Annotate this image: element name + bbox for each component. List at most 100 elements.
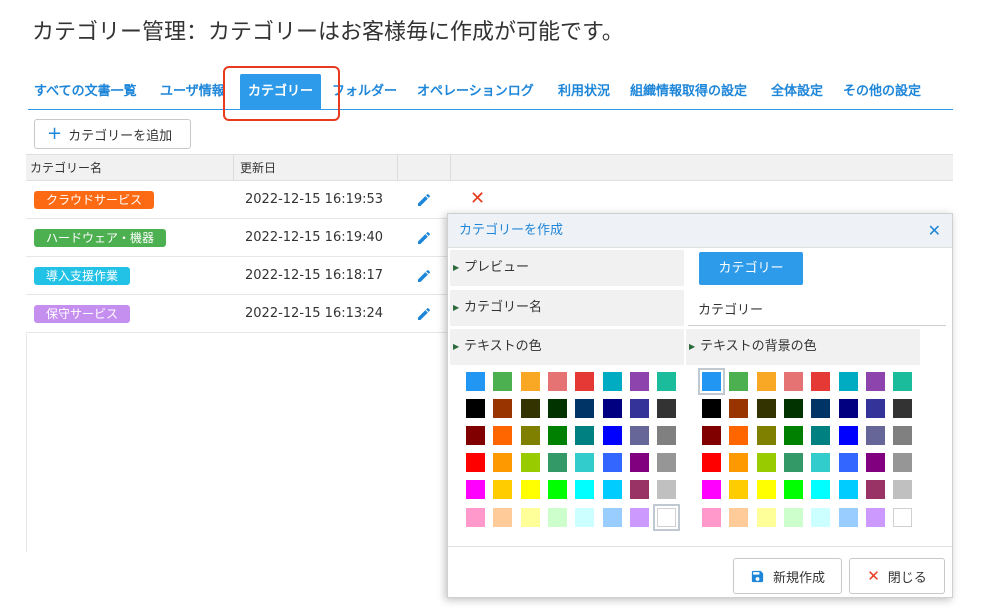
bg-color-swatch[interactable] (729, 426, 749, 446)
bg-color-swatch[interactable] (893, 453, 913, 473)
tab-usage[interactable]: 利用状況 (558, 74, 610, 109)
text-color-swatch[interactable] (657, 399, 677, 419)
text-color-swatch[interactable] (629, 453, 649, 473)
bg-color-swatch[interactable] (783, 507, 803, 527)
text-color-swatch[interactable] (493, 480, 513, 500)
text-color-swatch[interactable] (520, 453, 540, 473)
text-color-swatch[interactable] (602, 426, 622, 446)
bg-color-swatch[interactable] (865, 480, 885, 500)
create-button[interactable]: 新規作成 (733, 558, 842, 594)
text-color-swatch[interactable] (602, 507, 622, 527)
bg-color-swatch[interactable] (838, 372, 858, 391)
text-color-swatch[interactable] (520, 399, 540, 419)
pencil-icon[interactable] (416, 306, 432, 322)
bg-color-swatch[interactable] (783, 480, 803, 500)
text-color-swatch[interactable] (520, 507, 540, 527)
text-color-swatch[interactable] (493, 426, 513, 446)
text-color-swatch[interactable] (547, 507, 567, 527)
pencil-icon[interactable] (416, 192, 432, 208)
text-color-swatch[interactable] (493, 507, 513, 527)
pencil-icon[interactable] (416, 268, 432, 284)
bg-color-swatch[interactable] (838, 399, 858, 419)
bg-color-swatch[interactable] (729, 372, 749, 391)
text-color-swatch[interactable] (466, 507, 485, 527)
text-color-swatch[interactable] (520, 372, 540, 391)
text-color-swatch[interactable] (575, 426, 595, 446)
bg-color-swatch[interactable] (702, 426, 721, 446)
bg-color-swatch[interactable] (838, 426, 858, 446)
category-name-input[interactable] (688, 292, 946, 326)
bg-color-swatch[interactable] (702, 453, 721, 473)
text-color-swatch[interactable] (493, 372, 513, 391)
text-color-swatch[interactable] (575, 453, 595, 473)
text-color-swatch[interactable] (520, 480, 540, 500)
tab-user-info[interactable]: ユーザ情報 (160, 74, 225, 109)
text-color-swatch[interactable] (657, 480, 677, 500)
bg-color-swatch[interactable] (702, 399, 721, 419)
text-color-swatch[interactable] (493, 453, 513, 473)
text-color-swatch[interactable] (466, 480, 485, 500)
text-color-swatch[interactable] (466, 426, 485, 446)
bg-color-swatch[interactable] (811, 480, 831, 500)
tab-category[interactable]: カテゴリー (240, 74, 322, 109)
bg-color-swatch[interactable] (893, 399, 913, 419)
text-color-swatch[interactable] (547, 372, 567, 391)
text-color-swatch[interactable] (629, 426, 649, 446)
text-color-swatch[interactable] (602, 480, 622, 500)
bg-color-swatch[interactable] (783, 399, 803, 419)
bg-color-swatch[interactable] (756, 399, 776, 419)
text-color-swatch[interactable] (575, 399, 595, 419)
bg-color-swatch[interactable] (811, 372, 831, 391)
text-color-swatch[interactable] (575, 480, 595, 500)
tab-org-info-settings[interactable]: 組織情報取得の設定 (630, 74, 747, 109)
text-color-swatch[interactable] (466, 372, 485, 391)
add-category-button[interactable]: + カテゴリーを追加 (34, 119, 191, 149)
close-button[interactable]: ✕ 閉じる (849, 558, 945, 594)
text-color-swatch[interactable] (547, 399, 567, 419)
tab-folder[interactable]: フォルダー (332, 74, 397, 109)
text-color-swatch[interactable] (547, 480, 567, 500)
bg-color-swatch[interactable] (729, 507, 749, 527)
text-color-swatch[interactable] (466, 399, 485, 419)
bg-color-swatch[interactable] (729, 453, 749, 473)
bg-color-swatch[interactable] (893, 480, 913, 500)
bg-color-swatch[interactable] (811, 399, 831, 419)
bg-color-swatch[interactable] (756, 480, 776, 500)
bg-color-swatch[interactable] (783, 426, 803, 446)
bg-color-swatch[interactable] (756, 372, 776, 391)
bg-color-swatch[interactable] (702, 480, 721, 500)
bg-color-swatch[interactable] (698, 368, 725, 395)
tab-all-documents[interactable]: すべての文書一覧 (34, 74, 137, 109)
tab-other-settings[interactable]: その他の設定 (843, 74, 921, 109)
bg-color-swatch[interactable] (893, 507, 913, 527)
bg-color-swatch[interactable] (783, 372, 803, 391)
bg-color-swatch[interactable] (893, 426, 913, 446)
text-color-swatch[interactable] (602, 453, 622, 473)
text-color-swatch[interactable] (466, 453, 485, 473)
close-icon[interactable]: ✕ (470, 189, 485, 209)
text-color-swatch[interactable] (657, 453, 677, 473)
text-color-swatch[interactable] (629, 372, 649, 391)
bg-color-swatch[interactable] (729, 480, 749, 500)
bg-color-swatch[interactable] (811, 507, 831, 527)
text-color-swatch[interactable] (547, 426, 567, 446)
bg-color-swatch[interactable] (756, 507, 776, 527)
bg-color-swatch[interactable] (811, 426, 831, 446)
text-color-swatch[interactable] (493, 399, 513, 419)
text-color-swatch[interactable] (629, 507, 649, 527)
bg-color-swatch[interactable] (865, 399, 885, 419)
text-color-swatch[interactable] (575, 507, 595, 527)
close-icon[interactable]: ✕ (928, 214, 941, 248)
text-color-swatch[interactable] (602, 399, 622, 419)
text-color-swatch[interactable] (629, 399, 649, 419)
text-color-swatch[interactable] (575, 372, 595, 391)
text-color-swatch[interactable] (657, 426, 677, 446)
bg-color-swatch[interactable] (756, 426, 776, 446)
bg-color-swatch[interactable] (756, 453, 776, 473)
text-color-swatch[interactable] (602, 372, 622, 391)
bg-color-swatch[interactable] (811, 453, 831, 473)
text-color-swatch[interactable] (520, 426, 540, 446)
bg-color-swatch[interactable] (702, 507, 721, 527)
tab-operation-log[interactable]: オペレーションログ (417, 74, 534, 109)
bg-color-swatch[interactable] (783, 453, 803, 473)
